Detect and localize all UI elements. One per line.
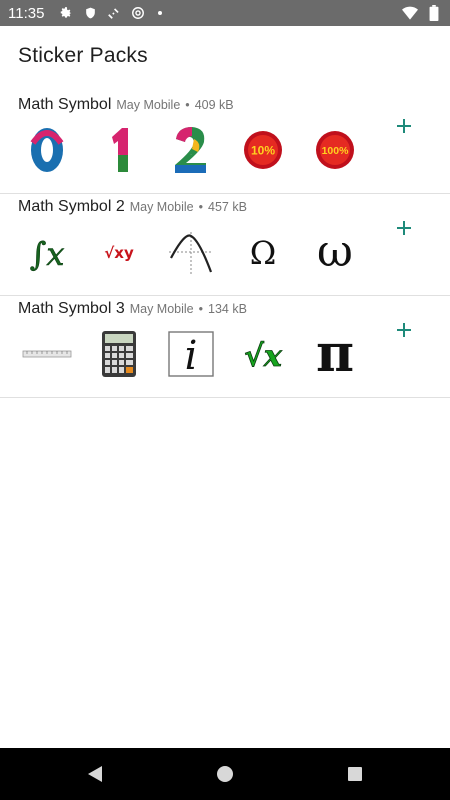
sticker-preview-list: i √x π [18,328,378,380]
shield-icon [82,5,98,21]
pack-name: Math Symbol 2 [18,198,125,215]
sticker-text: 100% [321,145,349,157]
percent-100-sticker: 100% [306,124,363,176]
sticker-pack-row[interactable]: Math Symbol 3 May Mobile • 134 kB i √x π [0,296,450,398]
curve-graph-sticker [162,226,219,278]
back-icon [88,766,102,782]
calculator-sticker [90,328,147,380]
add-pack-button[interactable] [392,318,416,342]
pack-size: 409 kB [194,98,234,112]
satellite-icon [106,5,122,21]
dot-icon [158,11,163,15]
pack-meta: May Mobile • 134 kB [130,302,247,316]
meta-separator: • [185,98,190,112]
pack-header: Math Symbol May Mobile • 409 kB [18,96,234,114]
recents-icon [348,767,362,781]
pi-sticker: π [306,328,363,380]
plus-icon [397,221,411,235]
pack-header: Math Symbol 2 May Mobile • 457 kB [18,198,247,216]
plus-icon [397,323,411,337]
sticker-text: i [184,333,197,378]
status-bar: 11:35 [0,0,450,26]
pack-size: 134 kB [208,302,247,316]
sticker-preview-list: 0 1 2 10% 100% [18,124,378,176]
sticker-pack-row[interactable]: Math Symbol 2 May Mobile • 457 kB ∫x √xy [0,194,450,296]
integral-x-sticker: ∫x [18,226,75,278]
sticker-text: ∫x [29,235,64,273]
sticker-text: Ω [249,234,276,272]
pack-publisher: May Mobile [116,98,181,112]
back-button[interactable] [85,764,105,784]
pack-size: 457 kB [208,200,247,214]
add-pack-button[interactable] [392,114,416,138]
digit-2-sticker: 2 [162,124,219,176]
navigation-bar [0,748,450,800]
pack-name: Math Symbol [18,96,112,113]
gear-icon [58,5,74,21]
plus-icon [397,119,411,133]
sticker-text: √xy [104,244,134,262]
sticker-preview-list: ∫x √xy Ω ω [18,226,378,278]
meta-separator: • [198,200,204,214]
omega-lower-sticker: ω [306,226,363,278]
battery-icon [426,5,442,21]
pack-publisher: May Mobile [129,302,194,316]
pack-meta: May Mobile • 409 kB [116,98,233,112]
meta-separator: • [198,302,204,316]
at-icon [130,5,146,21]
status-time: 11:35 [8,4,45,22]
sticker-text: 10% [250,144,274,158]
digit-1-sticker: 1 [90,124,147,176]
ruler-sticker [18,328,75,380]
sqrt-xy-sticker: √xy [90,226,147,278]
pack-meta: May Mobile • 457 kB [130,200,247,214]
italic-i-sticker: i [162,328,219,380]
omega-upper-sticker: Ω [234,226,291,278]
sticker-text: π [315,329,353,379]
pack-publisher: May Mobile [129,200,194,214]
pack-header: Math Symbol 3 May Mobile • 134 kB [18,300,247,318]
sqrt-x-sticker: √x [234,328,291,380]
home-icon [217,766,233,782]
sticker-pack-row[interactable]: Math Symbol May Mobile • 409 kB 0 1 2 10… [0,92,450,194]
pack-name: Math Symbol 3 [18,300,125,317]
recents-button[interactable] [345,764,365,784]
page-title: Sticker Packs [18,44,148,67]
percent-10-sticker: 10% [234,124,291,176]
sticker-text: √x [244,339,283,374]
digit-0-sticker: 0 [18,124,75,176]
wifi-icon [402,5,418,21]
home-button[interactable] [215,764,235,784]
add-pack-button[interactable] [392,216,416,240]
sticker-text: ω [317,230,353,274]
